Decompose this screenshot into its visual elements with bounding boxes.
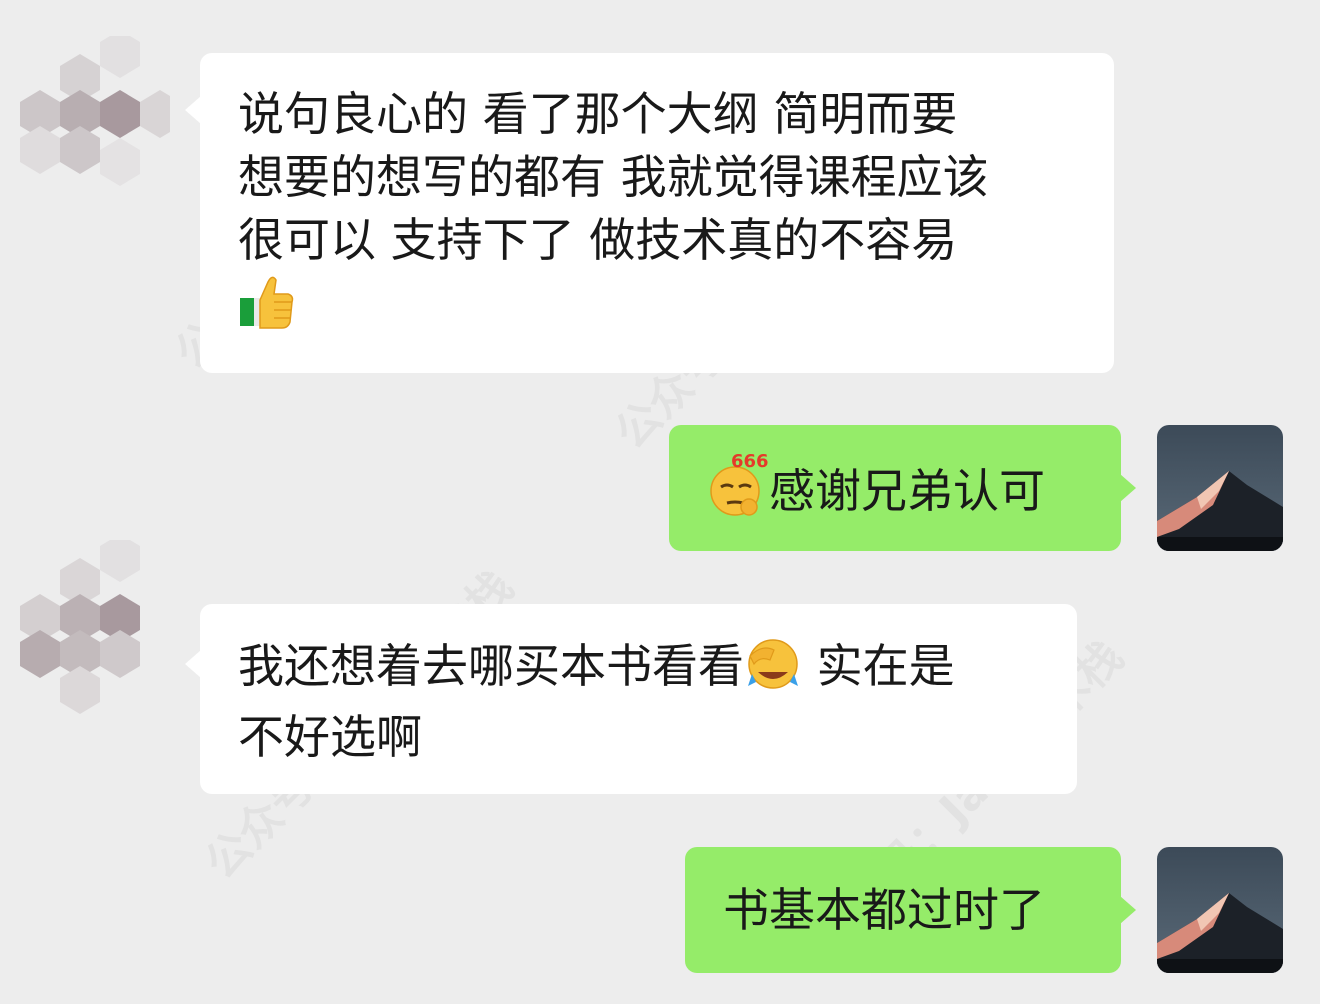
bubble-tail (1120, 896, 1136, 924)
message-text: 书基本都过时了 (723, 883, 1045, 937)
message-bubble-outgoing[interactable]: 书基本都过时了 (685, 847, 1121, 973)
bubble-tail (185, 650, 201, 678)
bubble-tail (185, 96, 201, 124)
message-text: 不好选啊 (238, 710, 422, 764)
message-text: 感谢兄弟认可 (769, 464, 1045, 518)
message-bubble-incoming[interactable]: 说句良心的 看了那个大纲 简明而要 想要的想写的都有 我就觉得课程应该 很可以 … (200, 53, 1114, 373)
smirk-666-emoji-icon: 666 (707, 453, 769, 517)
my-avatar[interactable] (1157, 425, 1283, 551)
sender-avatar[interactable] (20, 534, 170, 936)
message-text: 说句良心的 看了那个大纲 简明而要 (238, 87, 958, 141)
emoji-666-label: 666 (731, 451, 769, 472)
message-bubble-outgoing[interactable]: 666 感谢兄弟认可 (669, 425, 1121, 551)
my-avatar[interactable] (1157, 847, 1283, 973)
thumbs-up-emoji-icon (238, 272, 296, 346)
sender-avatar[interactable] (20, 30, 170, 196)
message-bubble-incoming[interactable]: 我还想着去哪买本书看看 实在是 不好选啊 (200, 604, 1077, 794)
bubble-tail (1120, 474, 1136, 502)
message-text: 实在是 (802, 639, 955, 693)
message-text: 想要的想写的都有 我就觉得课程应该 (238, 150, 989, 204)
facepalm-laugh-emoji-icon (744, 634, 802, 706)
message-text: 很可以 支持下了 做技术真的不容易 (238, 213, 958, 267)
message-text: 我还想着去哪买本书看看 (238, 639, 744, 693)
